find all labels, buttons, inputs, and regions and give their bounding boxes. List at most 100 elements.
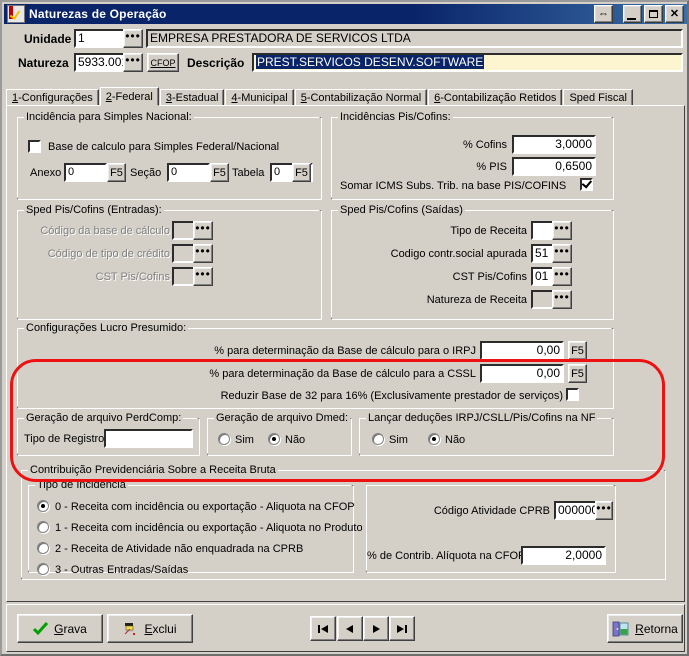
title-bar: Naturezas de Operação ⇔ ✕ bbox=[4, 4, 687, 24]
tipo-incidencia-2-radio[interactable] bbox=[37, 542, 49, 554]
empresa-display: EMPRESA PRESTADORA DE SERVICOS LTDA bbox=[146, 29, 683, 48]
last-record-button[interactable] bbox=[389, 616, 415, 641]
natureza-label: Natureza bbox=[18, 56, 69, 70]
tipo-incidencia-group: Tipo de Incidência 0 - Receita com incid… bbox=[28, 479, 363, 576]
tipo-incidencia-3-radio[interactable] bbox=[37, 563, 49, 575]
maximize-button[interactable] bbox=[644, 5, 663, 23]
natureza-receita-label: Natureza de Receita bbox=[426, 294, 527, 306]
cssl-f5-button[interactable]: F5 bbox=[568, 364, 587, 383]
return-button[interactable]: Retorna bbox=[607, 614, 683, 643]
tab-municipal[interactable]: 4-Municipal bbox=[225, 89, 294, 106]
secao-input[interactable]: 0 bbox=[167, 163, 210, 182]
dmed-nao-radio[interactable] bbox=[268, 433, 280, 445]
codigo-base-calculo-browse-button[interactable]: ••• bbox=[193, 221, 213, 240]
maximize-icon bbox=[649, 10, 658, 18]
lucro-presumido-group: Configurações Lucro Presumido: % para de… bbox=[17, 322, 614, 409]
tipo-registro-label: Tipo de Registro bbox=[24, 433, 105, 445]
codigo-contr-social-browse-button[interactable]: ••• bbox=[552, 244, 572, 263]
dmed-nao-label: Não bbox=[285, 434, 306, 446]
codigo-atividade-cprb-browse-button[interactable]: ••• bbox=[595, 501, 613, 520]
tipo-registro-input[interactable] bbox=[104, 429, 193, 448]
tab-estadual-label: 3-Estadual bbox=[165, 91, 219, 104]
cst-pis-cofins-entrada-label: CST Pis/Cofins bbox=[95, 271, 170, 283]
tabela-f5-button[interactable]: F5 bbox=[292, 163, 311, 182]
cofins-input[interactable]: 3,0000 bbox=[512, 135, 596, 154]
lancar-sim-radio[interactable] bbox=[372, 433, 384, 445]
aliquota-cfop-label: % de Contrib. Alíquota na CFOP bbox=[367, 550, 526, 562]
unidade-label: Unidade bbox=[24, 32, 72, 46]
secao-f5-button[interactable]: F5 bbox=[210, 163, 229, 182]
restore-size-button[interactable]: ⇔ bbox=[594, 5, 613, 23]
tab-contabilizacao-normal[interactable]: 5-Contabilização Normal bbox=[294, 89, 428, 106]
federal-tab-panel: Incidência para Simples Nacional: Base d… bbox=[6, 105, 685, 602]
action-bar: Grava Exclui Retorna bbox=[6, 604, 685, 652]
lancar-deducoes-caption: Lançar deduções IRPJ/CSLL/Pis/Cofins na … bbox=[366, 412, 598, 424]
tab-configuracoes[interactable]: 1-Configurações bbox=[6, 89, 99, 106]
checkmark-icon bbox=[7, 5, 25, 23]
checkmark-icon bbox=[33, 621, 49, 636]
header-fields: Unidade 1 ••• EMPRESA PRESTADORA DE SERV… bbox=[6, 26, 685, 83]
dmed-sim-radio[interactable] bbox=[218, 433, 230, 445]
tab-contabilizacao-retidos-label: 6-Contabilização Retidos bbox=[434, 91, 557, 104]
tab-estadual[interactable]: 3-Estadual bbox=[159, 89, 225, 106]
tipo-incidencia-2-label: 2 - Receita de Atividade não enquadrada … bbox=[55, 543, 304, 555]
codigo-atividade-cprb-input[interactable]: 00000025 bbox=[554, 501, 601, 520]
cfop-button[interactable]: CFOP bbox=[147, 53, 179, 72]
cprb-caption: Contribuição Previdenciária Sobre a Rece… bbox=[28, 464, 278, 476]
tab-sped-fiscal[interactable]: Sped Fiscal bbox=[563, 89, 633, 106]
descricao-label: Descrição bbox=[187, 56, 245, 70]
tipo-incidencia-1-label: 1 - Receita com incidência ou exportação… bbox=[55, 522, 363, 534]
cst-pis-cofins-saida-browse-button[interactable]: ••• bbox=[552, 267, 572, 286]
tab-contabilizacao-normal-label: 5-Contabilização Normal bbox=[300, 91, 422, 104]
codigo-tipo-credito-label: Código de tipo de crédito bbox=[47, 248, 170, 260]
first-record-button[interactable] bbox=[310, 616, 336, 641]
irpj-base-input[interactable]: 0,00 bbox=[480, 341, 564, 360]
irpj-f5-button[interactable]: F5 bbox=[568, 341, 587, 360]
tipo-incidencia-3-label: 3 - Outras Entradas/Saídas bbox=[55, 564, 189, 576]
close-icon: ✕ bbox=[669, 7, 680, 20]
somar-icms-checkbox[interactable] bbox=[580, 178, 593, 191]
next-record-button[interactable] bbox=[363, 616, 389, 641]
anexo-input[interactable]: 0 bbox=[64, 163, 107, 182]
anexo-f5-button[interactable]: F5 bbox=[107, 163, 126, 182]
aliquota-cfop-input[interactable]: 2,0000 bbox=[521, 546, 606, 565]
simples-nacional-group: Incidência para Simples Nacional: Base d… bbox=[17, 111, 322, 200]
cst-pis-cofins-entrada-browse-button[interactable]: ••• bbox=[193, 267, 213, 286]
lancar-nao-radio[interactable] bbox=[428, 433, 440, 445]
window-controls: ⇔ ✕ bbox=[594, 5, 687, 23]
natureza-receita-browse-button[interactable]: ••• bbox=[552, 290, 572, 309]
naturezas-de-operacao-window: Naturezas de Operação ⇔ ✕ Unidade 1 ••• … bbox=[0, 0, 689, 656]
perdcomp-group: Geração de arquivo PerdComp: Tipo de Reg… bbox=[17, 412, 200, 456]
reduzir-base-checkbox[interactable] bbox=[566, 388, 579, 401]
save-button[interactable]: Grava bbox=[17, 614, 103, 643]
cprb-group: Contribuição Previdenciária Sobre a Rece… bbox=[21, 464, 666, 580]
unidade-browse-button[interactable]: ••• bbox=[123, 29, 143, 48]
delete-button-label: Exclui bbox=[144, 621, 177, 636]
codigo-tipo-credito-browse-button[interactable]: ••• bbox=[193, 244, 213, 263]
tipo-receita-label: Tipo de Receita bbox=[450, 225, 527, 237]
delete-button[interactable]: Exclui bbox=[107, 614, 193, 643]
tipo-receita-browse-button[interactable]: ••• bbox=[552, 221, 572, 240]
base-calculo-simples-checkbox[interactable] bbox=[28, 140, 41, 153]
pis-input[interactable]: 0,6500 bbox=[512, 157, 596, 176]
minimize-button[interactable] bbox=[623, 5, 642, 23]
codigo-atividade-cprb-label: Código Atividade CPRB bbox=[433, 505, 550, 517]
descricao-input[interactable]: PREST.SERVICOS DESENV.SOFTWARE bbox=[252, 53, 683, 72]
lancar-nao-label: Não bbox=[445, 434, 466, 446]
lancar-sim-label: Sim bbox=[389, 434, 408, 446]
tipo-incidencia-1-radio[interactable] bbox=[37, 521, 49, 533]
tipo-incidencia-0-radio[interactable] bbox=[37, 500, 49, 512]
pis-label: % PIS bbox=[476, 161, 507, 173]
anexo-label: Anexo bbox=[30, 167, 62, 179]
return-button-label: Retorna bbox=[635, 621, 678, 636]
cssl-base-label: % para determinação da Base de cálculo p… bbox=[209, 368, 476, 380]
minimize-icon bbox=[627, 18, 636, 20]
previous-record-button[interactable] bbox=[337, 616, 363, 641]
tab-federal[interactable]: 2-Federal bbox=[99, 87, 159, 106]
window-title: Naturezas de Operação bbox=[29, 7, 167, 21]
cssl-base-input[interactable]: 0,00 bbox=[480, 364, 564, 383]
natureza-browse-button[interactable]: ••• bbox=[123, 53, 143, 72]
close-button[interactable]: ✕ bbox=[665, 5, 684, 23]
tab-contabilizacao-retidos[interactable]: 6-Contabilização Retidos bbox=[428, 89, 563, 106]
incidencias-pis-cofins-group: Incidências Pis/Cofins: % Cofins 3,0000 … bbox=[331, 111, 614, 200]
